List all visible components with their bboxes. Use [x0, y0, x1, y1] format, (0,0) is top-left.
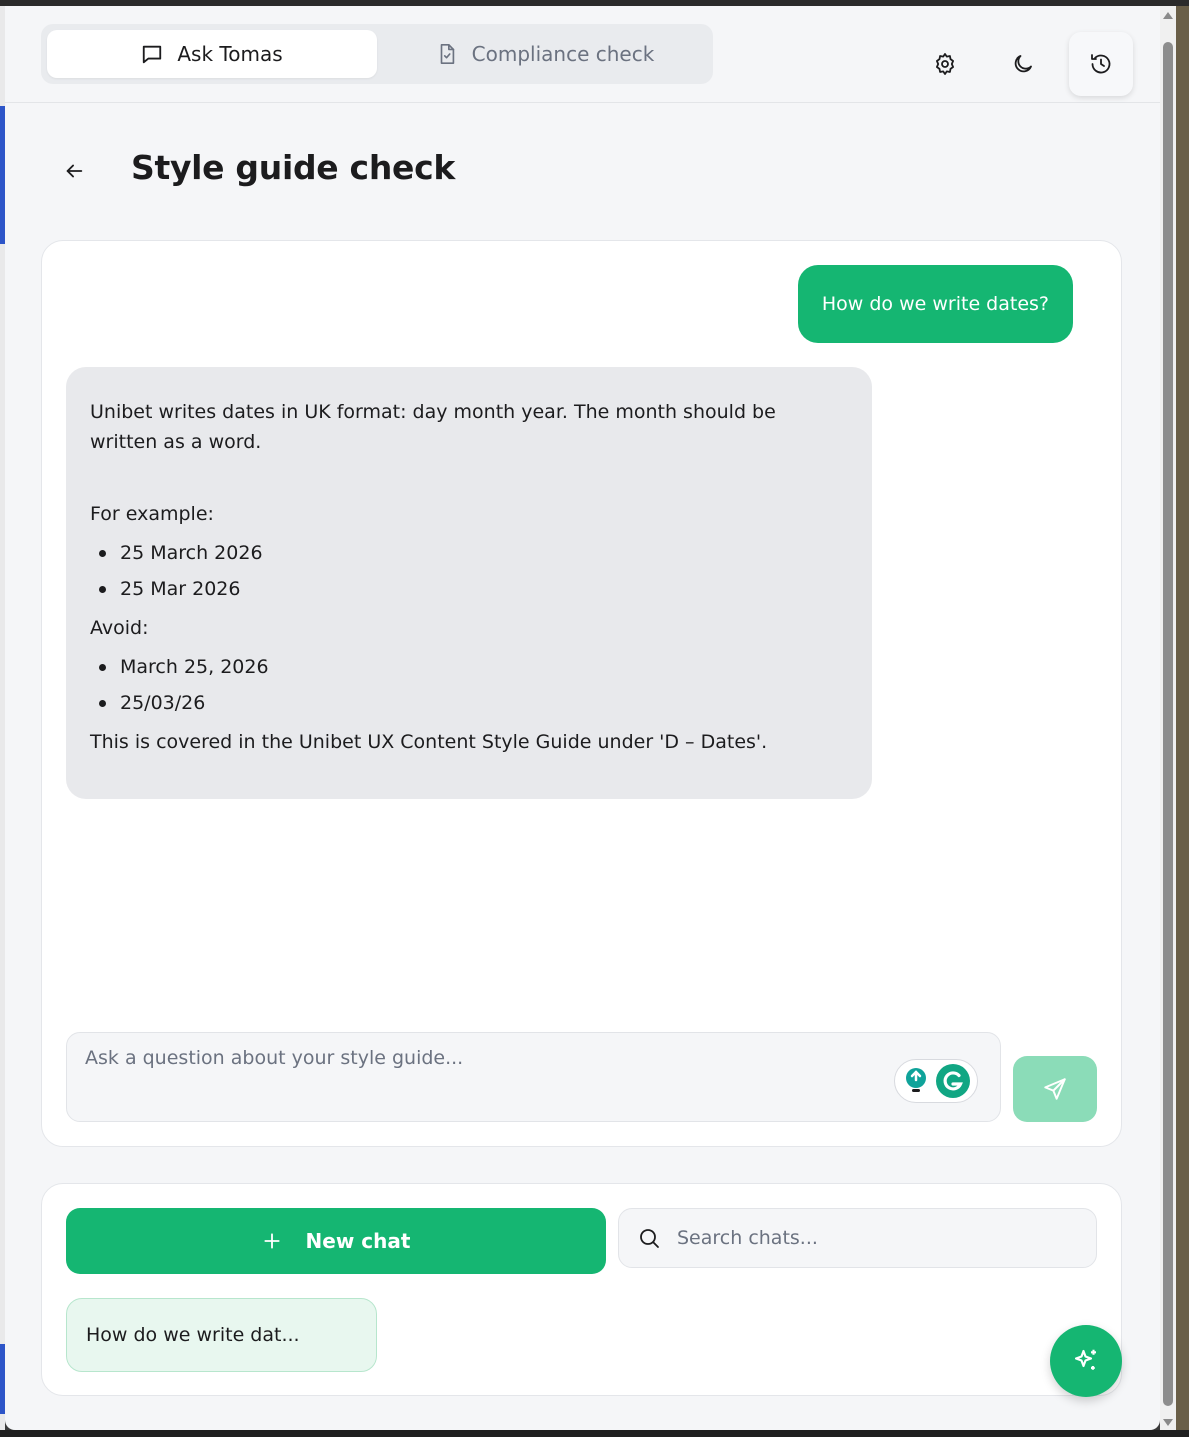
- assistant-intro: Unibet writes dates in UK format: day mo…: [90, 401, 776, 453]
- tab-ask-tomas[interactable]: Ask Tomas: [47, 30, 377, 78]
- search-chats-input[interactable]: [677, 1227, 1057, 1249]
- scrollbar[interactable]: [1160, 6, 1176, 1430]
- back-button[interactable]: [57, 154, 91, 188]
- scroll-down-arrow[interactable]: [1163, 1419, 1173, 1426]
- mode-tabs: Ask Tomas Compliance check: [41, 24, 713, 84]
- settings-button[interactable]: [913, 32, 977, 96]
- user-message: How do we write dates?: [797, 265, 1073, 343]
- example-list: 25 March 2026 25 Mar 2026: [90, 535, 848, 607]
- moon-icon: [1014, 55, 1032, 73]
- example-label: For example:: [90, 503, 214, 525]
- avoid-list: March 25, 2026 25/03/26: [90, 649, 848, 721]
- tab-label: Compliance check: [471, 42, 655, 66]
- list-item: 25/03/26: [90, 685, 848, 721]
- list-item: 25 March 2026: [90, 535, 848, 571]
- tab-label: Ask Tomas: [177, 42, 283, 66]
- scrollbar-thumb[interactable]: [1163, 42, 1173, 1406]
- avoid-label: Avoid:: [90, 617, 149, 639]
- chat-bubble-icon: [143, 45, 162, 64]
- chat-panel: How do we write dates? Unibet writes dat…: [41, 240, 1122, 1147]
- send-icon: [1044, 1078, 1066, 1100]
- plus-icon: [263, 1233, 280, 1249]
- search-chats-field: [618, 1208, 1097, 1268]
- ai-assistant-fab[interactable]: [1050, 1325, 1122, 1397]
- assistant-message: Unibet writes dates in UK format: day mo…: [66, 367, 872, 799]
- new-chat-label: New chat: [305, 1229, 411, 1253]
- tab-compliance-check[interactable]: Compliance check: [383, 30, 707, 78]
- history-icon: [1091, 54, 1111, 74]
- question-input[interactable]: [67, 1033, 1000, 1121]
- sparkle-icon: [1074, 1349, 1096, 1370]
- question-input-container: [66, 1032, 1001, 1122]
- history-button[interactable]: [1069, 32, 1133, 96]
- list-item: March 25, 2026: [90, 649, 848, 685]
- lightbulb-icon: [905, 1068, 926, 1092]
- chat-history-panel: New chat How do we write dat...: [41, 1183, 1122, 1396]
- arrow-left-icon: [66, 164, 83, 178]
- document-check-icon: [440, 44, 454, 64]
- dark-mode-toggle[interactable]: [991, 32, 1055, 96]
- send-button[interactable]: [1013, 1056, 1097, 1122]
- top-bar: Ask Tomas Compliance check: [5, 6, 1160, 103]
- search-icon: [637, 1226, 661, 1250]
- scroll-up-arrow[interactable]: [1163, 12, 1173, 19]
- gear-icon: [936, 53, 954, 75]
- app-window: Ask Tomas Compliance check Style guide c…: [5, 6, 1160, 1430]
- assistant-reference: This is covered in the Unibet UX Content…: [90, 731, 768, 753]
- page-title: Style guide check: [131, 148, 455, 187]
- background-right-edge: [1176, 6, 1189, 1437]
- grammarly-icon: [935, 1064, 970, 1098]
- chat-history-item[interactable]: How do we write dat...: [66, 1298, 377, 1372]
- background-bottom-edge: [0, 1430, 1189, 1437]
- list-item: 25 Mar 2026: [90, 571, 848, 607]
- new-chat-button[interactable]: New chat: [66, 1208, 606, 1274]
- grammarly-widget[interactable]: [894, 1059, 978, 1103]
